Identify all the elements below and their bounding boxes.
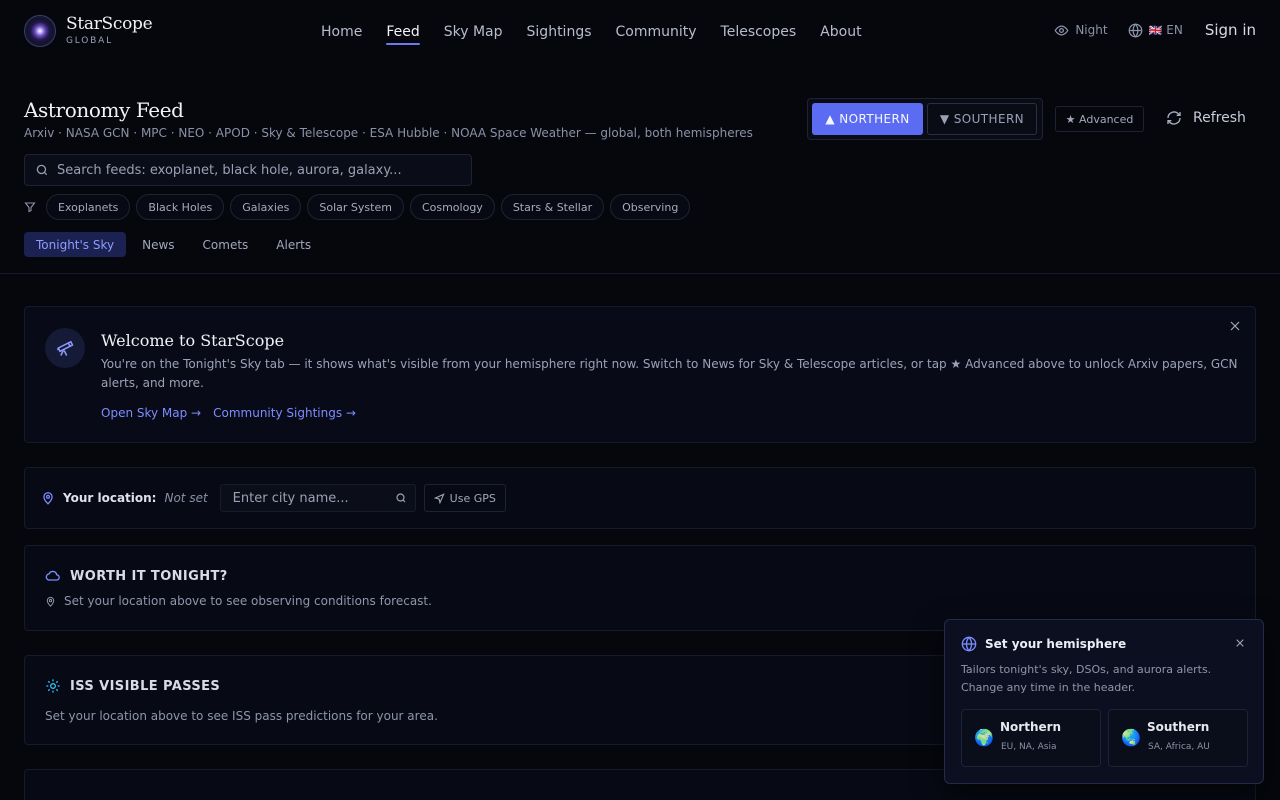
refresh-button[interactable]: Refresh bbox=[1166, 110, 1246, 126]
filter-chip-solar-system[interactable]: Solar System bbox=[307, 194, 404, 220]
northern-option-regions: EU, NA, Asia bbox=[1001, 742, 1057, 752]
night-mode-toggle[interactable]: Night bbox=[1054, 23, 1108, 38]
southern-option[interactable]: 🌏 Southern SA, Africa, AU bbox=[1108, 709, 1248, 767]
globe-icon bbox=[1128, 22, 1142, 38]
southern-option-name: Southern bbox=[1147, 720, 1210, 734]
city-input[interactable] bbox=[232, 490, 383, 506]
filter-chip-galaxies[interactable]: Galaxies bbox=[230, 194, 302, 220]
worth-it-title: WORTH IT TONIGHT? bbox=[70, 568, 228, 584]
use-gps-button[interactable]: Use GPS bbox=[423, 484, 506, 512]
feed-header: Astronomy Feed Arxiv · NASA GCN · MPC · … bbox=[0, 64, 1280, 274]
use-gps-label: Use GPS bbox=[449, 491, 496, 505]
tab-alerts[interactable]: Alerts bbox=[264, 232, 323, 257]
welcome-card: Welcome to StarScope You're on the Tonig… bbox=[24, 306, 1256, 443]
filter-chip-black-holes[interactable]: Black Holes bbox=[136, 194, 225, 220]
topic-filters: Exoplanets Black Holes Galaxies Solar Sy… bbox=[24, 194, 691, 220]
filter-chip-observing[interactable]: Observing bbox=[610, 194, 691, 220]
sign-in-link[interactable]: Sign in bbox=[1205, 21, 1256, 39]
feed-search-input[interactable] bbox=[57, 162, 457, 178]
filter-icon bbox=[24, 202, 36, 213]
uk-flag-icon: 🇬🇧 bbox=[1148, 23, 1163, 37]
popup-close-icon[interactable] bbox=[1235, 638, 1245, 648]
hemisphere-popup: Set your hemisphere Tailors tonight's sk… bbox=[944, 619, 1264, 784]
advanced-button[interactable]: ★ Advanced bbox=[1055, 106, 1144, 132]
top-navigation-bar: StarScope GLOBAL Home Feed Sky Map Sight… bbox=[0, 0, 1280, 64]
refresh-label: Refresh bbox=[1193, 110, 1246, 126]
tab-comets[interactable]: Comets bbox=[191, 232, 261, 257]
location-card: Your location: Not set Use GPS bbox=[24, 467, 1256, 529]
telescope-icon bbox=[45, 328, 85, 368]
globe-europe-icon: 🌍 bbox=[974, 728, 994, 747]
worth-it-message: Set your location above to see observing… bbox=[64, 594, 432, 608]
southern-hemisphere-button[interactable]: ▼ SOUTHERN bbox=[927, 103, 1037, 135]
map-pin-icon bbox=[46, 596, 55, 607]
cloud-icon bbox=[45, 570, 60, 581]
logo-mark-icon bbox=[24, 15, 56, 47]
search-icon[interactable] bbox=[395, 492, 407, 504]
iss-message: Set your location above to see ISS pass … bbox=[45, 709, 438, 723]
map-pin-icon bbox=[43, 492, 53, 505]
brand-logo[interactable]: StarScope GLOBAL bbox=[24, 14, 153, 47]
main-nav: Home Feed Sky Map Sightings Community Te… bbox=[309, 22, 874, 45]
nav-telescopes[interactable]: Telescopes bbox=[709, 22, 809, 42]
location-label: Your location: bbox=[63, 491, 157, 505]
city-search-box[interactable] bbox=[219, 484, 416, 512]
feed-sources: Arxiv · NASA GCN · MPC · NEO · APOD · Sk… bbox=[24, 126, 753, 140]
globe-asia-australia-icon: 🌏 bbox=[1121, 728, 1141, 747]
welcome-body: You're on the Tonight's Sky tab — it sho… bbox=[101, 357, 1238, 390]
popup-title: Set your hemisphere bbox=[985, 637, 1127, 651]
eye-icon bbox=[1054, 24, 1069, 36]
globe-icon bbox=[961, 636, 977, 652]
refresh-icon bbox=[1167, 111, 1181, 125]
night-mode-label: Night bbox=[1075, 23, 1108, 37]
page-title: Astronomy Feed bbox=[24, 98, 184, 122]
nav-sky-map[interactable]: Sky Map bbox=[432, 22, 515, 42]
iss-title: ISS VISIBLE PASSES bbox=[70, 678, 221, 694]
northern-hemisphere-button[interactable]: ▲ NORTHERN bbox=[812, 103, 923, 135]
brand-name: StarScope bbox=[66, 14, 153, 34]
nav-home[interactable]: Home bbox=[309, 22, 374, 42]
tab-news[interactable]: News bbox=[130, 232, 186, 257]
popup-body: Tailors tonight's sky, DSOs, and aurora … bbox=[961, 663, 1212, 694]
southern-option-regions: SA, Africa, AU bbox=[1148, 742, 1210, 752]
hemisphere-toggle: ▲ NORTHERN ▼ SOUTHERN bbox=[807, 98, 1043, 140]
tab-tonights-sky[interactable]: Tonight's Sky bbox=[24, 232, 127, 257]
nav-about[interactable]: About bbox=[808, 22, 873, 42]
filter-chip-exoplanets[interactable]: Exoplanets bbox=[46, 194, 131, 220]
filter-chip-cosmology[interactable]: Cosmology bbox=[409, 194, 495, 220]
open-sky-map-link[interactable]: Open Sky Map → bbox=[101, 406, 201, 420]
northern-option-name: Northern bbox=[1000, 720, 1062, 734]
welcome-title: Welcome to StarScope bbox=[101, 331, 285, 350]
language-selector[interactable]: 🇬🇧 EN bbox=[1128, 22, 1183, 38]
brand-tagline: GLOBAL bbox=[66, 36, 113, 46]
nav-sightings[interactable]: Sightings bbox=[515, 22, 604, 42]
close-icon[interactable] bbox=[1229, 320, 1241, 332]
search-icon bbox=[36, 164, 48, 176]
nav-feed[interactable]: Feed bbox=[374, 22, 431, 45]
feed-tabs: Tonight's Sky News Comets Alerts bbox=[24, 232, 327, 257]
nav-community[interactable]: Community bbox=[604, 22, 709, 42]
satellite-icon bbox=[46, 679, 60, 693]
feed-search-box[interactable] bbox=[24, 154, 472, 186]
community-sightings-link[interactable]: Community Sightings → bbox=[213, 406, 356, 420]
navigation-arrow-icon bbox=[433, 492, 445, 504]
language-label: EN bbox=[1166, 23, 1183, 37]
filter-chip-stars-stellar[interactable]: Stars & Stellar bbox=[500, 194, 605, 220]
location-value: Not set bbox=[164, 491, 208, 505]
northern-option[interactable]: 🌍 Northern EU, NA, Asia bbox=[961, 709, 1101, 767]
